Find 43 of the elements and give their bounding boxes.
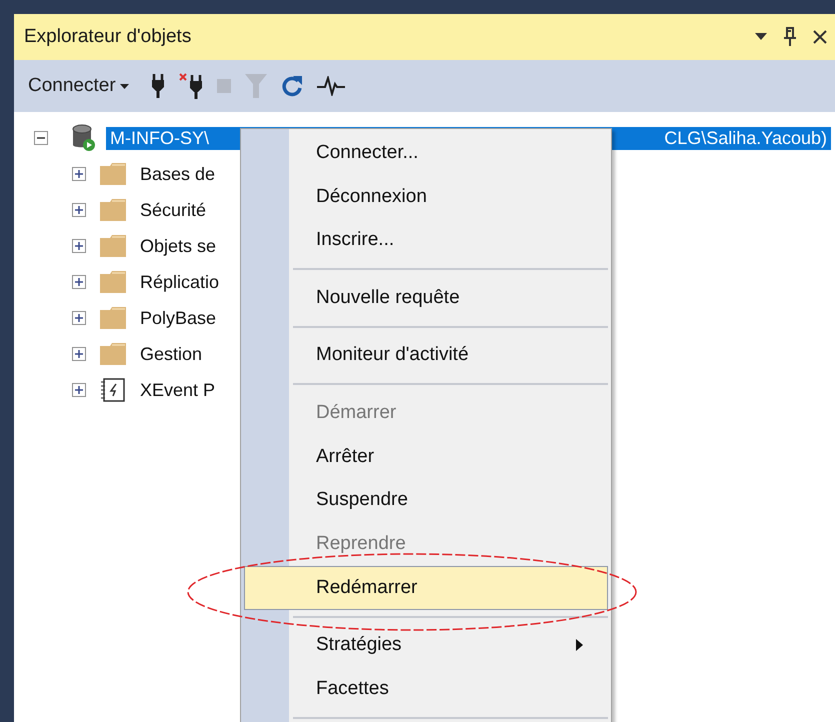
expand-icon[interactable] [72, 383, 86, 397]
menu-item[interactable]: Nouvelle requête [244, 276, 608, 320]
expand-icon[interactable] [72, 275, 86, 289]
tree-item[interactable]: XEvent P [140, 380, 216, 400]
panel-title: Explorateur d'objets [24, 26, 192, 48]
tree-item[interactable]: Objets se [140, 236, 216, 256]
folder-icon [100, 307, 126, 329]
folder-icon [100, 163, 126, 185]
tree-item[interactable]: PolyBase [140, 308, 216, 328]
tree-item[interactable]: Gestion [140, 344, 202, 364]
folder-icon [100, 235, 126, 257]
folder-icon [100, 343, 126, 365]
activity-icon[interactable] [316, 76, 345, 96]
folder-icon [100, 199, 126, 221]
connect-button[interactable]: Connecter [28, 75, 129, 97]
plug-icon[interactable] [150, 74, 165, 98]
tree-item[interactable]: Réplicatio [140, 272, 220, 292]
menu-item[interactable]: Inscrire... [244, 218, 608, 262]
expand-icon[interactable] [72, 347, 86, 361]
menu-item[interactable]: Arrêter [244, 434, 608, 479]
collapse-icon[interactable] [34, 131, 48, 145]
menu-item[interactable]: Déconnexion [244, 174, 608, 218]
menu-item[interactable]: Stratégies [244, 624, 608, 668]
menu-item[interactable]: Facettes [244, 667, 608, 711]
disconnect-icon[interactable] [178, 73, 203, 99]
menu-item[interactable]: Connecter... [244, 131, 608, 175]
database-server-icon [72, 124, 96, 152]
tree-item[interactable]: Sécurité [140, 200, 206, 220]
tree-item[interactable]: Bases de [140, 164, 216, 184]
close-icon[interactable] [813, 30, 827, 44]
event-profiler-icon [100, 378, 126, 402]
pin-icon[interactable] [783, 27, 797, 47]
menu-item[interactable]: Redémarrer [244, 566, 608, 610]
expand-icon[interactable] [72, 311, 86, 325]
refresh-icon[interactable] [280, 74, 303, 98]
menu-item[interactable]: Suspendre [244, 478, 608, 522]
expand-icon[interactable] [72, 239, 86, 253]
expand-icon[interactable] [72, 167, 86, 181]
expand-icon[interactable] [72, 203, 86, 217]
folder-icon [100, 271, 126, 293]
caret-icon [120, 84, 129, 88]
dropdown-icon[interactable] [755, 33, 767, 41]
menu-item[interactable]: Moniteur d'activité [244, 334, 608, 378]
